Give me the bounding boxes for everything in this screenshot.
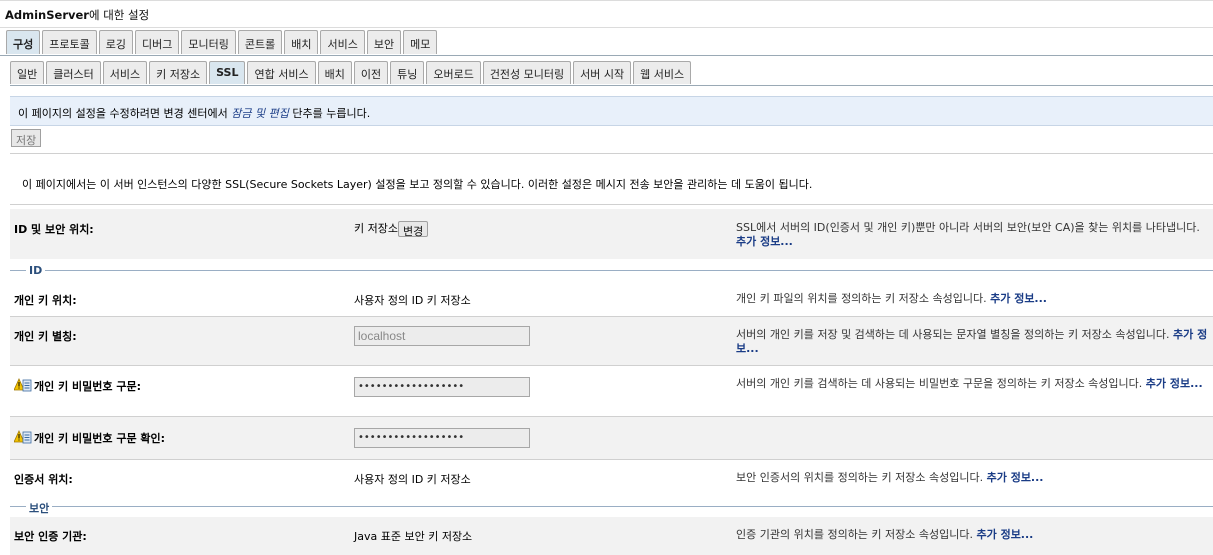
identity-trust-help: SSL에서 서버의 ID(인증서 및 개인 키)뿐만 아니라 서버의 보안(보안… — [736, 221, 1208, 249]
help-text: 서버의 개인 키를 검색하는 데 사용되는 비밀번호 구문을 정의하는 키 저장… — [736, 377, 1143, 390]
confirm-passphrase-input[interactable]: •••••••••••••••••• — [354, 428, 530, 448]
lock-and-edit-text: 잠금 및 편집 — [231, 107, 289, 120]
subtab-migration[interactable]: 이전 — [353, 61, 389, 84]
info-text-suffix: 단추를 누릅니다. — [288, 107, 371, 120]
tab-security[interactable]: 보안 — [366, 30, 402, 54]
private-key-location-row: 개인 키 위치: 사용자 정의 ID 키 저장소 개인 키 파일의 위치를 정의… — [10, 282, 1213, 316]
subtab-general[interactable]: 일반 — [10, 61, 45, 84]
primary-tabs: 구성 프로토콜 로깅 디버그 모니터링 콘트롤 배치 서비스 보안 메모 — [6, 30, 438, 55]
tab-notes[interactable]: 메모 — [403, 30, 438, 54]
change-button[interactable]: 변경 — [397, 221, 429, 238]
certificate-location-label: 인증서 위치: — [14, 473, 73, 486]
subtab-ssl[interactable]: SSL — [209, 61, 246, 84]
info-message: 이 페이지의 설정을 수정하려면 변경 센터에서 잠금 및 편집 단추를 누릅니… — [10, 96, 1213, 126]
subtab-services[interactable]: 서비스 — [102, 61, 148, 84]
section-trust-title: 보안 — [26, 500, 53, 516]
restart-required-icon — [14, 430, 32, 444]
private-key-passphrase-label: 개인 키 비밀번호 구문: — [34, 380, 141, 393]
tab-monitoring[interactable]: 모니터링 — [181, 30, 236, 54]
divider — [10, 153, 1213, 154]
server-name: AdminServer — [5, 8, 89, 22]
help-text: 인증 기관의 위치를 정의하는 키 저장소 속성입니다. — [736, 528, 973, 541]
trusted-ca-value: Java 표준 보안 키 저장소 — [354, 530, 473, 543]
tab-protocols[interactable]: 프로토콜 — [42, 30, 97, 54]
tab-services[interactable]: 서비스 — [320, 30, 365, 54]
private-key-passphrase-help: 서버의 개인 키를 검색하는 데 사용되는 비밀번호 구문을 정의하는 키 저장… — [736, 377, 1208, 391]
private-key-passphrase-row: 개인 키 비밀번호 구문: •••••••••••••••••• 서버의 개인 … — [10, 366, 1213, 416]
subtab-server-start[interactable]: 서버 시작 — [573, 61, 632, 84]
confirm-passphrase-label: 개인 키 비밀번호 구문 확인: — [34, 432, 166, 445]
identity-trust-label: ID 및 보안 위치: — [14, 223, 94, 236]
section-identity: ID — [10, 264, 1213, 277]
trusted-ca-label: 보안 인증 기관: — [14, 530, 87, 543]
help-text: 보안 인증서의 위치를 정의하는 키 저장소 속성입니다. — [736, 471, 984, 484]
private-key-location-label: 개인 키 위치: — [14, 294, 77, 307]
more-info-link[interactable]: 추가 정보... — [1146, 377, 1203, 390]
identity-trust-value: 키 저장소 변경 — [354, 220, 429, 238]
certificate-location-row: 인증서 위치: 사용자 정의 ID 키 저장소 보안 인증서의 위치를 정의하는… — [10, 460, 1213, 496]
keystore-text: 키 저장소 — [354, 222, 398, 235]
certificate-location-help: 보안 인증서의 위치를 정의하는 키 저장소 속성입니다. 추가 정보... — [736, 471, 1208, 485]
section-identity-title: ID — [26, 264, 46, 277]
more-info-link[interactable]: 추가 정보... — [987, 471, 1044, 484]
subtab-health-monitoring[interactable]: 건전성 모니터링 — [482, 61, 572, 84]
secondary-tabs: 일반 클러스터 서비스 키 저장소 SSL 연합 서비스 배치 이전 튜닝 오버… — [10, 61, 692, 85]
private-key-alias-label: 개인 키 별칭: — [14, 330, 77, 343]
private-key-location-value: 사용자 정의 ID 키 저장소 — [354, 294, 471, 307]
tab-logging[interactable]: 로깅 — [98, 30, 133, 54]
private-key-alias-help: 서버의 개인 키를 저장 및 검색하는 데 사용되는 문자열 별칭을 정의하는 … — [736, 328, 1208, 356]
primary-tab-divider — [0, 55, 1213, 56]
trusted-ca-help: 인증 기관의 위치를 정의하는 키 저장소 속성입니다. 추가 정보... — [736, 528, 1208, 542]
tab-debug[interactable]: 디버그 — [134, 30, 180, 54]
tab-configuration[interactable]: 구성 — [6, 30, 41, 54]
save-button[interactable]: 저장 — [11, 129, 42, 147]
help-text: SSL에서 서버의 ID(인증서 및 개인 키)뿐만 아니라 서버의 보안(보안… — [736, 221, 1200, 234]
subtab-deployment[interactable]: 배치 — [317, 61, 352, 84]
subtab-federation-services[interactable]: 연합 서비스 — [247, 61, 316, 84]
help-text: 서버의 개인 키를 저장 및 검색하는 데 사용되는 문자열 별칭을 정의하는 … — [736, 328, 1170, 341]
private-key-passphrase-input[interactable]: •••••••••••••••••• — [354, 377, 530, 397]
section-line — [10, 506, 1213, 507]
tab-deployments[interactable]: 배치 — [284, 30, 319, 54]
more-info-link[interactable]: 추가 정보... — [736, 235, 793, 248]
section-line — [10, 270, 1213, 271]
private-key-alias-input[interactable] — [354, 326, 530, 346]
secondary-tab-divider — [10, 85, 1213, 86]
certificate-location-value: 사용자 정의 ID 키 저장소 — [354, 473, 471, 486]
subtab-web-services[interactable]: 웹 서비스 — [633, 61, 692, 84]
page-title: AdminServer에 대한 설정 — [0, 0, 1213, 28]
more-info-link[interactable]: 추가 정보... — [977, 528, 1034, 541]
page-description: 이 페이지에서는 이 서버 인스턴스의 다양한 SSL(Secure Socke… — [22, 178, 813, 191]
info-text-prefix: 이 페이지의 설정을 수정하려면 변경 센터에서 — [18, 107, 232, 120]
divider — [10, 204, 1213, 205]
more-info-link[interactable]: 추가 정보... — [990, 292, 1047, 305]
confirm-passphrase-row: 개인 키 비밀번호 구문 확인: •••••••••••••••••• — [10, 417, 1213, 459]
subtab-overload[interactable]: 오버로드 — [426, 61, 481, 84]
restart-required-icon — [14, 378, 32, 392]
section-trust: 보안 — [10, 500, 1213, 516]
page-title-suffix: 에 대한 설정 — [88, 8, 150, 22]
help-text: 개인 키 파일의 위치를 정의하는 키 저장소 속성입니다. — [736, 292, 987, 305]
subtab-cluster[interactable]: 클러스터 — [46, 61, 101, 84]
private-key-location-help: 개인 키 파일의 위치를 정의하는 키 저장소 속성입니다. 추가 정보... — [736, 292, 1208, 306]
trusted-ca-row: 보안 인증 기관: Java 표준 보안 키 저장소 인증 기관의 위치를 정의… — [10, 517, 1213, 555]
identity-trust-row: ID 및 보안 위치: 키 저장소 변경 SSL에서 서버의 ID(인증서 및 개… — [10, 209, 1213, 259]
subtab-keystores[interactable]: 키 저장소 — [149, 61, 208, 84]
tab-control[interactable]: 콘트롤 — [237, 30, 283, 54]
subtab-tuning[interactable]: 튜닝 — [390, 61, 425, 84]
private-key-alias-row: 개인 키 별칭: 서버의 개인 키를 저장 및 검색하는 데 사용되는 문자열 … — [10, 317, 1213, 365]
